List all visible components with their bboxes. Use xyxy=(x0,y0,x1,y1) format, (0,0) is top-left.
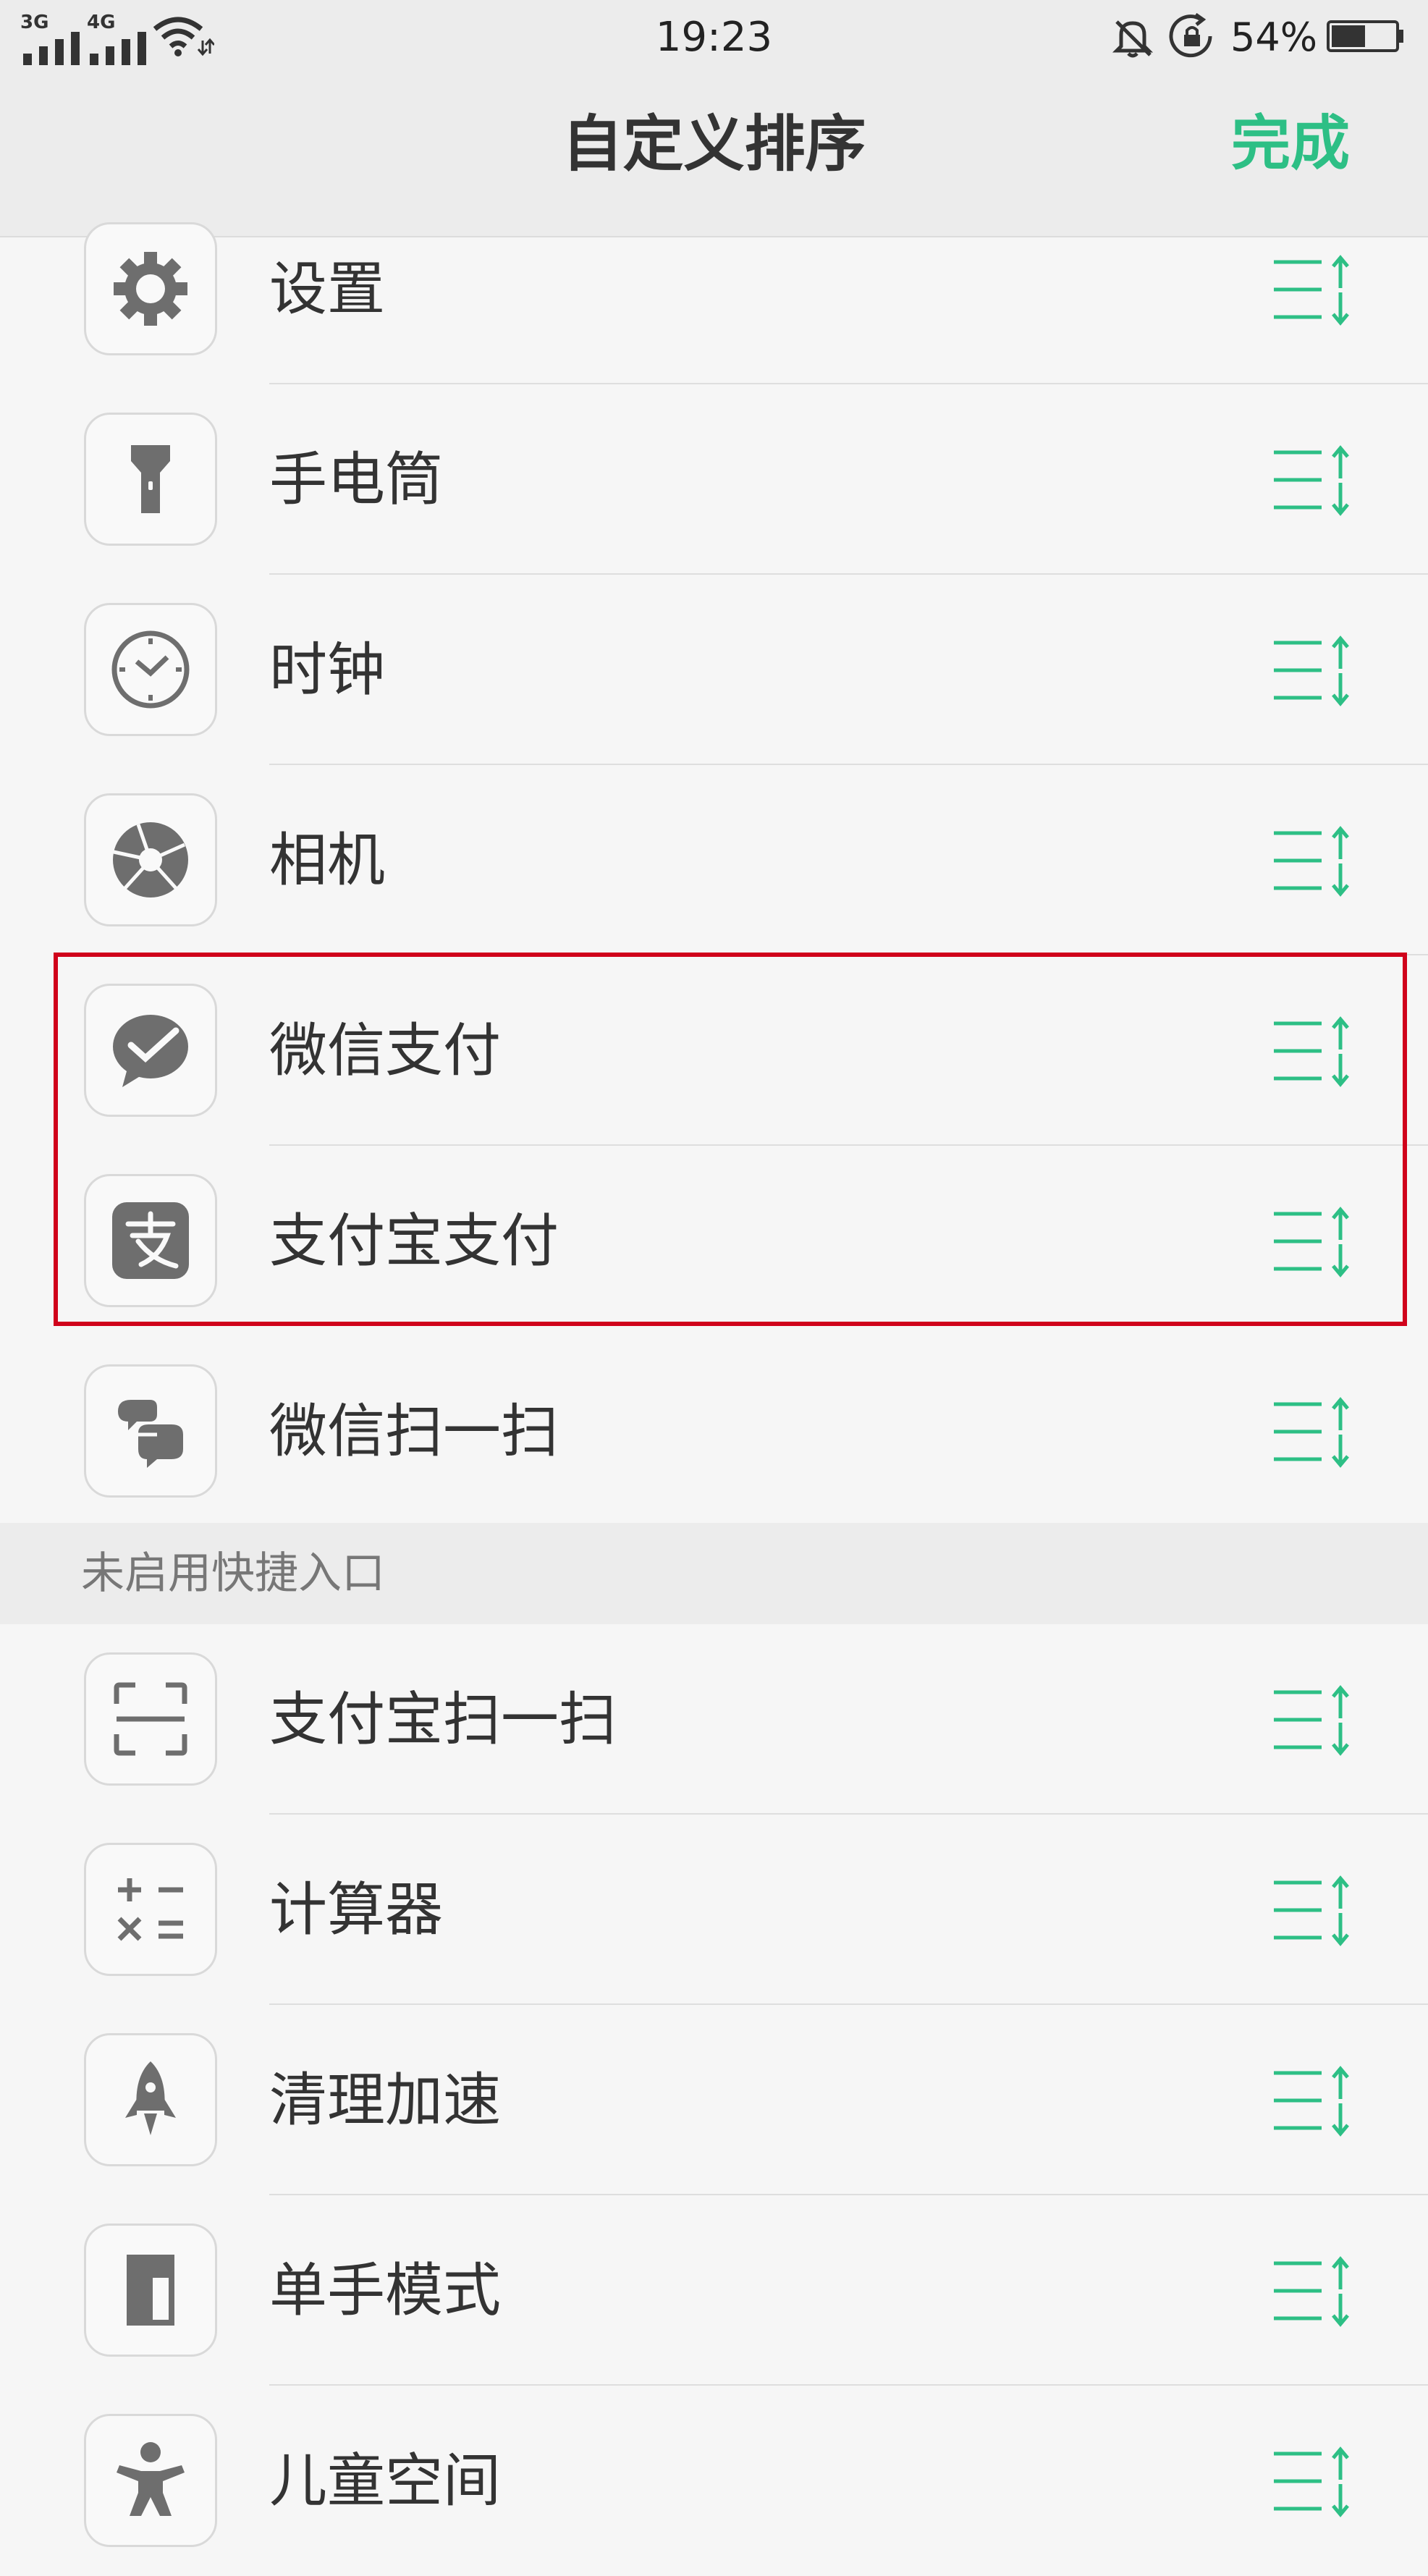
disabled-section-header: 未启用快捷入口 xyxy=(0,1523,1428,1624)
item-icon-box xyxy=(84,1364,217,1498)
mute-bell-icon xyxy=(1112,20,1154,58)
calculator-icon xyxy=(117,1878,183,1941)
item-label: 支付宝支付 xyxy=(269,1207,559,1275)
list-item[interactable]: 设置 xyxy=(0,194,1428,384)
item-icon-box xyxy=(84,2033,217,2166)
wechat-scan-icon xyxy=(118,1400,183,1468)
section-title: 未启用快捷入口 xyxy=(81,1548,385,1599)
clock-icon xyxy=(111,630,190,709)
item-label: 手电筒 xyxy=(269,446,443,513)
page-title: 自定义排序 xyxy=(562,109,866,180)
item-label: 计算器 xyxy=(269,1876,443,1943)
item-icon-box xyxy=(84,793,217,926)
reorder-handle-icon[interactable] xyxy=(1274,1015,1359,1087)
item-icon-box xyxy=(84,222,217,355)
list-item[interactable]: 支付宝支付 xyxy=(0,1146,1428,1336)
child-space-icon xyxy=(117,2442,185,2516)
wechat-pay-icon xyxy=(113,1015,188,1087)
battery-icon xyxy=(1327,20,1403,52)
reorder-handle-icon[interactable] xyxy=(1274,2064,1359,2137)
reorder-handle-icon[interactable] xyxy=(1274,2255,1359,2327)
reorder-handle-icon[interactable] xyxy=(1274,824,1359,897)
item-icon-box xyxy=(84,984,217,1117)
list-item[interactable]: 清理加速 xyxy=(0,2005,1428,2195)
list-item[interactable]: 支付宝扫一扫 xyxy=(0,1624,1428,1815)
one-hand-mode-icon xyxy=(127,2255,174,2326)
list-item[interactable]: 儿童空间 xyxy=(0,2386,1428,2576)
alipay-icon xyxy=(112,1202,189,1279)
list-item[interactable]: 手电筒 xyxy=(0,384,1428,575)
list-item[interactable]: 微信支付 xyxy=(0,955,1428,1146)
list-item[interactable]: 单手模式 xyxy=(0,2195,1428,2386)
item-label: 微信扫一扫 xyxy=(269,1398,559,1465)
item-label: 儿童空间 xyxy=(269,2447,501,2514)
reorder-handle-icon[interactable] xyxy=(1274,1205,1359,1278)
status-bar: 3G 4G 19:23 54% xyxy=(0,0,1428,75)
item-icon-box xyxy=(84,413,217,546)
reorder-handle-icon[interactable] xyxy=(1274,1874,1359,1946)
flashlight-icon xyxy=(131,445,170,513)
rotation-lock-icon xyxy=(1169,13,1212,58)
done-button[interactable]: 完成 xyxy=(1231,104,1350,184)
battery-percent: 54% xyxy=(1230,14,1318,60)
reorder-handle-icon[interactable] xyxy=(1274,2445,1359,2517)
reorder-handle-icon[interactable] xyxy=(1274,634,1359,706)
list-item[interactable]: 相机 xyxy=(0,765,1428,955)
reorder-handle-icon[interactable] xyxy=(1274,1395,1359,1468)
reorder-handle-icon[interactable] xyxy=(1274,444,1359,516)
item-label: 时钟 xyxy=(269,636,385,704)
item-icon-box xyxy=(84,2224,217,2357)
item-label: 支付宝扫一扫 xyxy=(269,1686,617,1753)
item-icon-box xyxy=(84,603,217,736)
list-item[interactable]: 时钟 xyxy=(0,575,1428,765)
item-icon-box xyxy=(84,2414,217,2547)
item-label: 设置 xyxy=(269,256,385,323)
camera-aperture-icon xyxy=(113,822,188,898)
item-label: 清理加速 xyxy=(269,2066,501,2134)
rocket-icon xyxy=(125,2061,176,2135)
reorder-handle-icon[interactable] xyxy=(1274,1684,1359,1756)
scan-frame-icon xyxy=(114,1682,187,1756)
item-label: 微信支付 xyxy=(269,1017,501,1084)
item-label: 相机 xyxy=(269,827,385,894)
list-item[interactable]: 微信扫一扫 xyxy=(0,1336,1428,1526)
gear-icon xyxy=(114,252,187,326)
item-icon-box xyxy=(84,1843,217,1976)
item-icon-box xyxy=(84,1652,217,1786)
item-icon-box xyxy=(84,1174,217,1307)
list-item[interactable]: 计算器 xyxy=(0,1815,1428,2005)
item-label: 单手模式 xyxy=(269,2257,501,2324)
reorder-handle-icon[interactable] xyxy=(1274,253,1359,326)
